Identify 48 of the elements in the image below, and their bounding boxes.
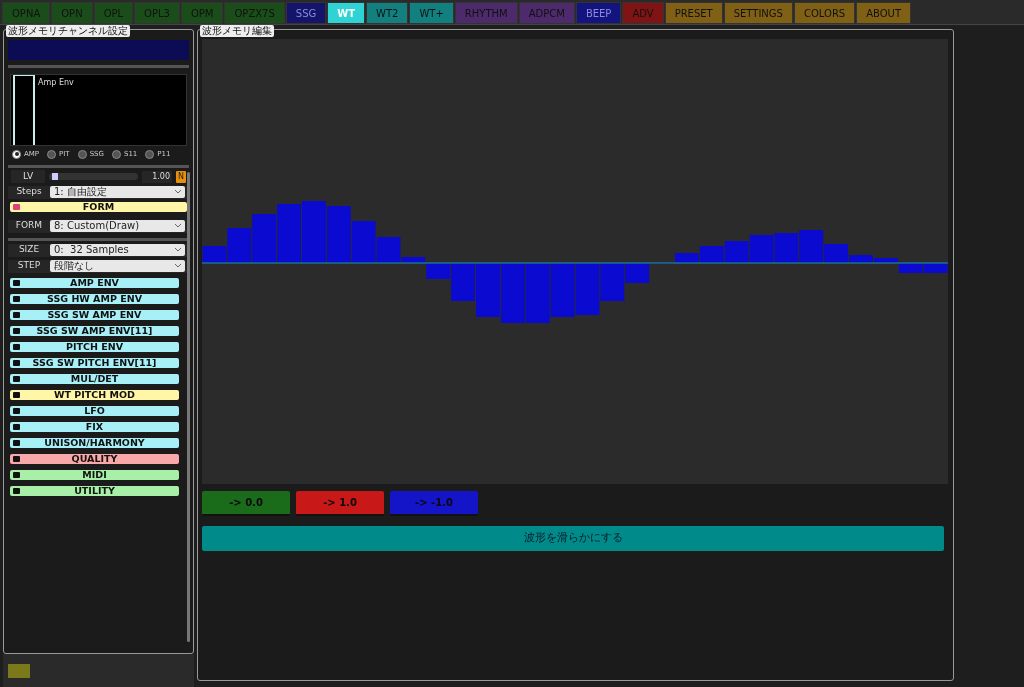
section-toggle[interactable]: WT PITCH MOD [10,389,179,400]
radio-button[interactable] [47,149,57,159]
graph-label: Amp Env [38,77,74,89]
panel-title: 波形メモリ編集 [200,25,274,37]
section-toggle[interactable]: UTILITY [10,485,179,496]
section-toggle[interactable]: LFO [10,405,179,416]
field-label: Steps [15,185,43,199]
tab[interactable]: WT2 [366,2,409,24]
status-indicator [8,663,30,678]
dropdown[interactable]: 0: 32 Samples [50,244,185,256]
dropdown[interactable]: 1: 自由設定 [50,186,185,198]
section-toggle[interactable]: FIX [10,421,179,432]
section-toggle[interactable]: SSG SW AMP ENV[11] [10,325,179,336]
slider-thumb[interactable] [51,173,58,180]
field-label: LV [11,169,45,184]
section-toggle[interactable]: PITCH ENV [10,341,179,352]
scrollbar[interactable] [187,172,190,642]
radio-button[interactable] [77,149,87,159]
tab[interactable]: SSG [285,2,327,24]
section-toggle[interactable]: SSG SW AMP ENV [10,309,179,320]
field-label: SIZE [17,243,41,257]
tab[interactable]: WT+ [409,2,454,24]
field-label: FORM [14,219,44,233]
chevron-icon [175,264,181,268]
section-toggle[interactable]: FORM [10,201,187,212]
radio-button[interactable] [145,149,155,159]
envelope-shape [13,75,35,145]
mode-badge[interactable]: N [176,170,186,183]
dropdown[interactable]: 8: Custom(Draw) [50,220,185,232]
dropdown[interactable]: 段階なし [50,260,185,272]
field-label: STEP [16,259,42,273]
section-toggle[interactable]: SSG HW AMP ENV [10,293,179,304]
chevron-icon [175,248,181,252]
radio-button[interactable] [12,149,21,159]
section-toggle[interactable]: MIDI [10,469,179,480]
chevron-icon [175,224,181,228]
section-toggle[interactable]: MUL/DET [10,373,179,384]
tab[interactable]: BEEP [575,2,622,24]
panel-title: 波形メモリチャンネル設定 [6,25,130,37]
smooth-button[interactable]: 波形を滑らかにする [202,526,944,551]
slider-track[interactable] [49,173,138,180]
section-toggle[interactable]: AMP ENV [10,277,179,288]
section-toggle[interactable]: QUALITY [10,453,179,464]
chevron-icon [175,190,181,194]
radio-button[interactable] [111,149,121,159]
section-toggle[interactable]: SSG SW PITCH ENV[11] [10,357,179,368]
value-readout: 1.00 [142,170,172,183]
section-toggle[interactable]: UNISON/HARMONY [10,437,179,448]
